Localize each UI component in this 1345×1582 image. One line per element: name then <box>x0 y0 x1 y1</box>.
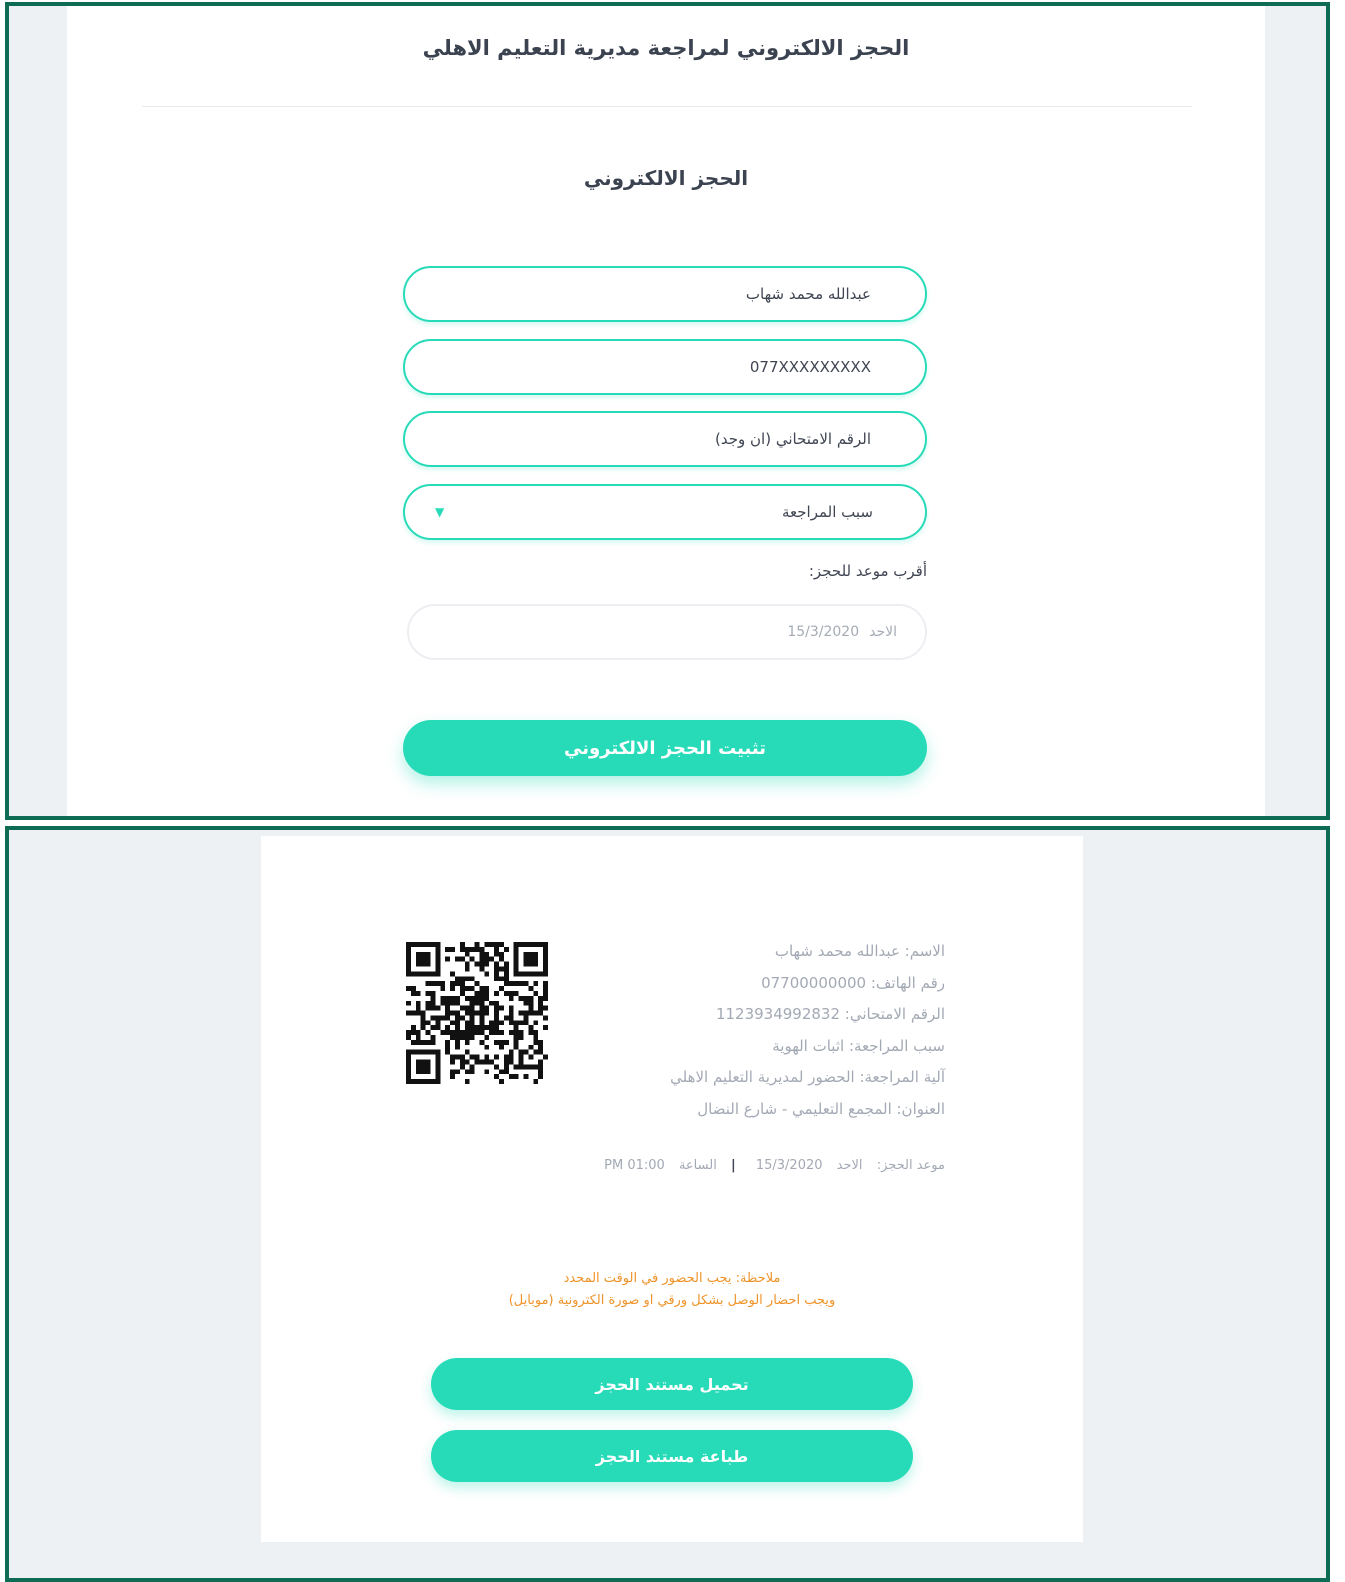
download-document-button[interactable]: تحميل مستند الحجز <box>431 1358 913 1410</box>
note-line-1: ملاحظة: يجب الحضور في الوقت المحدد <box>563 1271 781 1286</box>
appointment-time: 01:00 PM <box>604 1158 665 1173</box>
receipt-exam-number: الرقم الامتحاني: 1123934992832 <box>715 1005 945 1024</box>
appointment-separator: | <box>730 1158 736 1173</box>
name-input[interactable] <box>435 284 873 304</box>
attendance-note: ملاحظة: يجب الحضور في الوقت المحدد ويجب … <box>261 1268 1083 1312</box>
note-line-2: ويجب احضار الوصل بشكل ورقي او صورة الكتر… <box>508 1293 836 1308</box>
confirm-booking-button[interactable]: تثبيت الحجز الالكتروني <box>403 720 927 776</box>
booking-receipt-card: الاسم: عبدالله محمد شهاب رقم الهاتف: 077… <box>261 836 1083 1542</box>
reason-select-value: سبب المراجعة <box>782 503 873 521</box>
receipt-reason: سبب المراجعة: اثبات الهوية <box>772 1036 945 1055</box>
receipt-name: الاسم: عبدالله محمد شهاب <box>774 942 945 960</box>
nearest-date-value: 15/3/2020 <box>787 624 860 640</box>
receipt-address: العنوان: المجمع التعليمي - شارع النضال <box>697 1099 945 1118</box>
exam-number-field[interactable] <box>403 411 927 467</box>
page-title: الحجز الالكتروني لمراجعة مديرية التعليم … <box>422 36 910 60</box>
appointment-line: موعد الحجز: الاحد 15/3/2020 | الساعة 01:… <box>594 1158 945 1173</box>
booking-form-card: الحجز الالكتروني لمراجعة مديرية التعليم … <box>67 6 1265 816</box>
nearest-date-box: الاحد 15/3/2020 <box>407 604 927 660</box>
nearest-date-day: الاحد <box>869 624 897 640</box>
receipt-phone: رقم الهاتف: 07700000000 <box>761 973 945 992</box>
appointment-day: الاحد <box>836 1158 863 1173</box>
booking-receipt-panel: الاسم: عبدالله محمد شهاب رقم الهاتف: 077… <box>5 826 1330 1582</box>
appointment-date: 15/3/2020 <box>755 1158 823 1173</box>
appointment-label: موعد الحجز: <box>876 1158 945 1173</box>
name-field[interactable] <box>403 266 927 322</box>
chevron-down-icon: ▼ <box>435 505 445 519</box>
header-divider <box>142 106 1192 107</box>
booking-form-panel: الحجز الالكتروني لمراجعة مديرية التعليم … <box>5 2 1330 820</box>
appointment-time-label: الساعة <box>678 1158 717 1173</box>
receipt-info-list: الاسم: عبدالله محمد شهاب رقم الهاتف: 077… <box>445 936 945 1126</box>
nearest-date-label: أقرب موعد للحجز: <box>808 562 927 580</box>
print-document-button[interactable]: طباعة مستند الحجز <box>431 1430 913 1482</box>
phone-input[interactable] <box>435 357 873 377</box>
phone-field[interactable] <box>403 339 927 395</box>
reason-select[interactable]: سبب المراجعة ▼ <box>403 484 927 540</box>
form-title: الحجز الالكتروني <box>583 166 749 190</box>
receipt-mechanism: آلية المراجعة: الحضور لمديرية التعليم ال… <box>670 1068 945 1087</box>
exam-number-input[interactable] <box>435 429 873 449</box>
